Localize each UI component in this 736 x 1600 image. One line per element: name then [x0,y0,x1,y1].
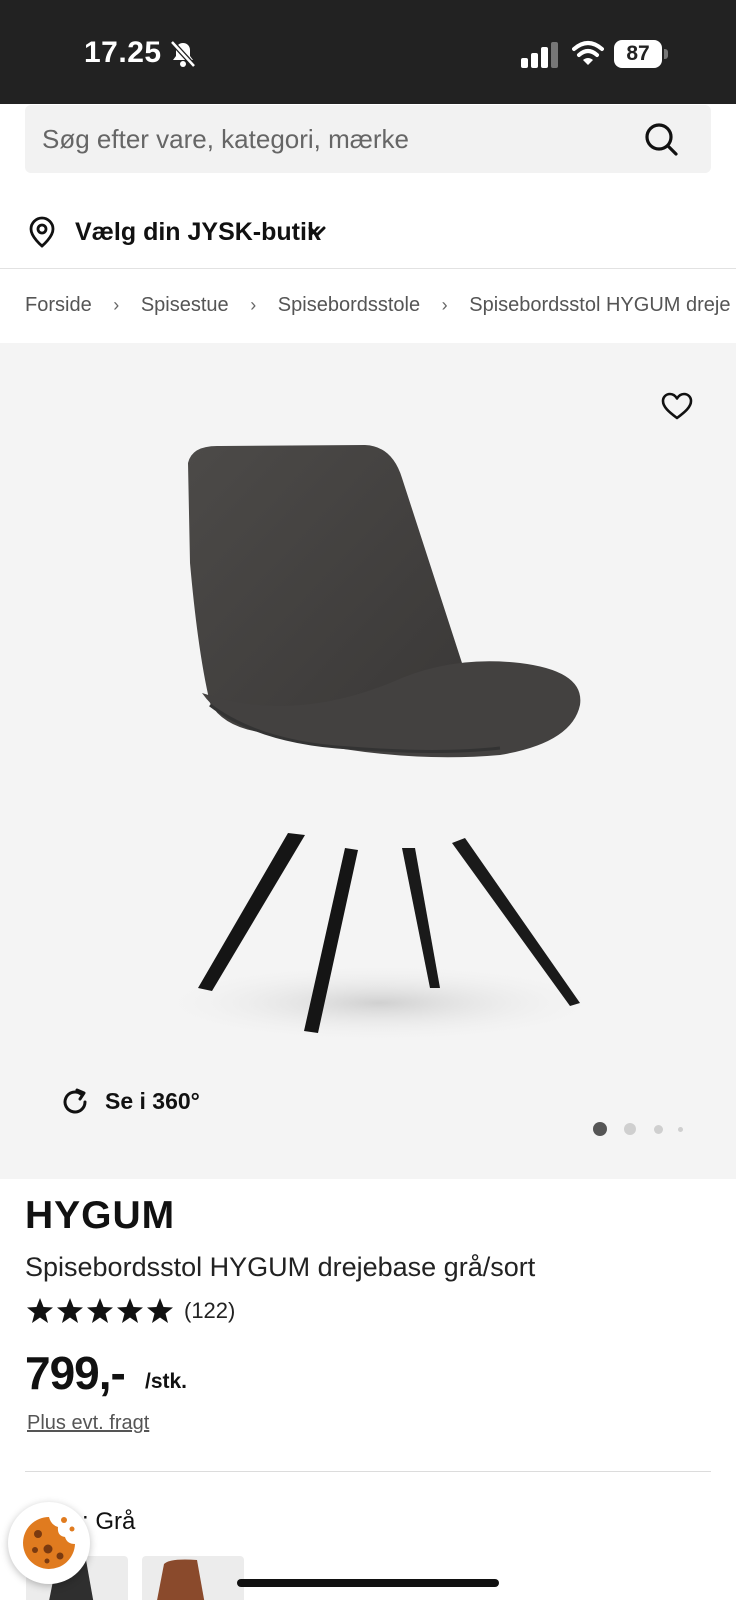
carousel-dot[interactable] [624,1123,636,1135]
swatch-image [157,1559,205,1600]
chevron-right-icon: › [441,295,448,316]
review-count[interactable]: (122) [184,1298,235,1324]
product-name: Spisebordsstol HYGUM drejebase grå/sort [25,1252,536,1282]
divider [25,1471,711,1472]
carousel-dot-active[interactable] [593,1122,607,1136]
breadcrumb-item-spisebordsstole[interactable]: Spisebordsstole [278,294,420,317]
cookie-settings-button[interactable] [8,1502,90,1584]
chevron-down-icon [308,226,326,237]
shipping-link[interactable]: Plus evt. fragt [27,1412,149,1435]
color-swatch-brown[interactable] [142,1556,244,1600]
price-unit: /stk. [145,1370,188,1393]
search-input[interactable]: Søg efter vare, kategori, mærke [25,105,711,173]
breadcrumb-item-forside[interactable]: Forside [25,294,92,317]
battery-level: 87 [614,40,662,68]
carousel-dot[interactable] [654,1125,663,1134]
signal-icon [521,42,558,68]
store-label: Vælg din JYSK-butik [75,218,321,246]
color-label: : Grå [82,1508,136,1535]
breadcrumb-item-current: Spisebordsstol HYGUM dreje [469,294,731,317]
star-rating[interactable] [25,1296,175,1326]
battery-indicator: 87 [614,40,668,68]
chevron-right-icon: › [250,295,257,316]
product-price: 799,- [25,1347,126,1399]
chevron-right-icon: › [113,295,120,316]
carousel-dot[interactable] [678,1127,683,1132]
store-selector[interactable]: Vælg din JYSK-butik [0,200,736,266]
product-brand: HYGUM [25,1194,176,1237]
view-360-button[interactable]: Se i 360° [105,1088,200,1115]
status-time: 17.25 [84,36,162,69]
battery-cap [664,49,668,59]
heart-icon[interactable] [660,391,694,421]
cookie-icon [23,1517,75,1569]
wifi-icon [572,41,604,65]
rotate-360-icon[interactable] [60,1087,90,1117]
home-indicator [237,1579,499,1587]
location-pin-icon [29,216,55,248]
breadcrumb-item-spisestue[interactable]: Spisestue [141,294,229,317]
breadcrumb: Forside › Spisestue › Spisebordsstole › … [25,294,736,324]
status-bar: 17.25 87 [0,0,736,104]
search-placeholder: Søg efter vare, kategori, mærke [42,124,410,154]
divider [0,268,736,269]
product-gallery[interactable]: Se i 360° [0,343,736,1179]
search-icon[interactable] [643,121,679,157]
product-image [150,445,610,1043]
bell-off-icon [170,40,196,68]
